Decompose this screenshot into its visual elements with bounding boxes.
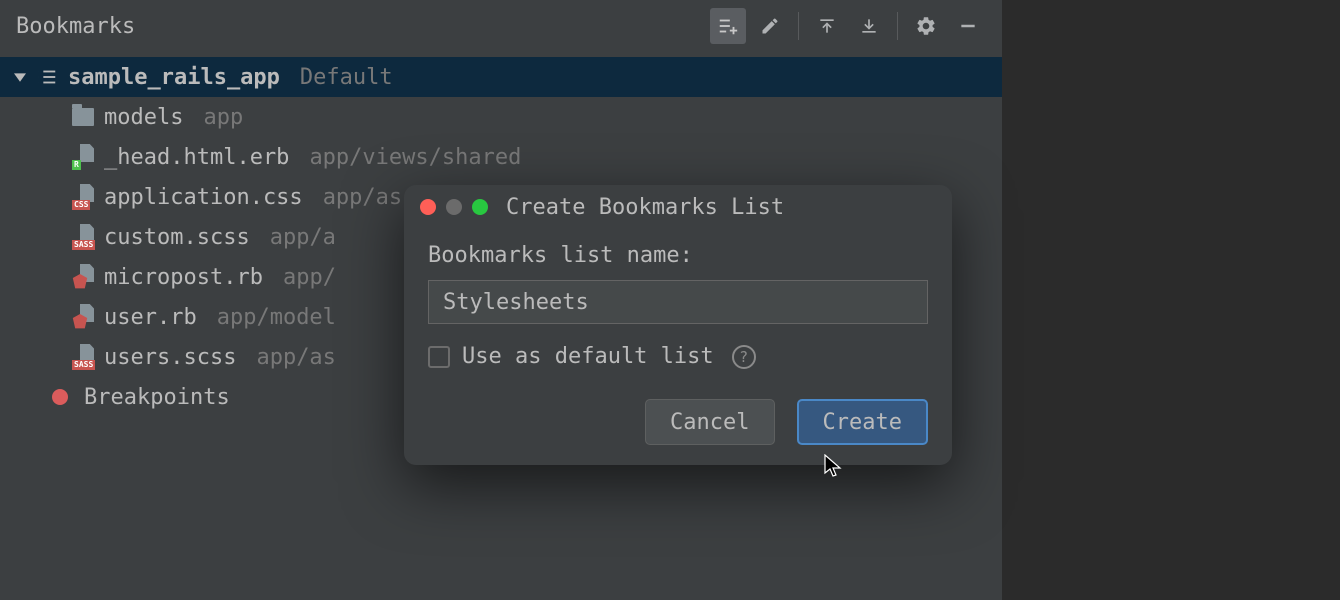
add-list-icon[interactable] [710,8,746,44]
help-icon[interactable]: ? [732,345,756,369]
dialog-titlebar[interactable]: Create Bookmarks List [404,185,952,229]
toolbar-separator [897,12,898,40]
close-icon[interactable] [420,199,436,215]
create-button[interactable]: Create [797,399,928,445]
item-path: app [203,105,243,130]
create-bookmarks-list-dialog: Create Bookmarks List Bookmarks list nam… [404,185,952,465]
breakpoints-label: Breakpoints [84,385,230,410]
item-path: app/as [256,345,335,370]
css-file-icon: CSS [72,184,96,210]
settings-icon[interactable] [908,8,944,44]
minimize-window-icon [446,199,462,215]
item-label: custom.scss [104,225,250,250]
panel-title: Bookmarks [16,14,135,39]
bookmarks-list-icon [36,66,60,88]
cancel-button[interactable]: Cancel [645,399,774,445]
root-badge: Default [300,65,393,90]
item-path: app/a [270,225,336,250]
move-down-icon[interactable] [851,8,887,44]
tree-item[interactable]: models app [0,97,1002,137]
item-path: app/ [283,265,336,290]
item-label: application.css [104,185,303,210]
breakpoint-icon [52,389,76,405]
checkbox-label: Use as default list [462,344,714,369]
item-label: _head.html.erb [104,145,289,170]
toolbar-separator [798,12,799,40]
dialog-title: Create Bookmarks List [506,195,784,220]
minimize-icon[interactable] [950,8,986,44]
ruby-file-icon [72,264,96,290]
panel-toolbar [710,8,986,44]
dialog-body: Bookmarks list name: Use as default list… [404,229,952,369]
panel-header: Bookmarks [0,0,1002,52]
checkbox-icon[interactable] [428,346,450,368]
zoom-window-icon[interactable] [472,199,488,215]
root-label: sample_rails_app [68,65,280,90]
default-list-checkbox-row[interactable]: Use as default list ? [428,344,928,369]
folder-icon [72,108,96,126]
item-label: users.scss [104,345,236,370]
tree-root-item[interactable]: sample_rails_app Default [0,57,1002,97]
chevron-down-icon[interactable] [12,71,28,83]
item-path: app/views/shared [309,145,521,170]
sass-file-icon: SASS [72,224,96,250]
item-label: models [104,105,183,130]
move-up-icon[interactable] [809,8,845,44]
sass-file-icon: SASS [72,344,96,370]
window-controls [420,199,488,215]
item-path: app/model [217,305,336,330]
input-label: Bookmarks list name: [428,243,928,268]
tree-item[interactable]: R _head.html.erb app/views/shared [0,137,1002,177]
erb-file-icon: R [72,144,96,170]
list-name-input[interactable] [428,280,928,324]
ruby-file-icon [72,304,96,330]
edit-icon[interactable] [752,8,788,44]
item-label: user.rb [104,305,197,330]
item-label: micropost.rb [104,265,263,290]
dialog-footer: Cancel Create [404,369,952,445]
